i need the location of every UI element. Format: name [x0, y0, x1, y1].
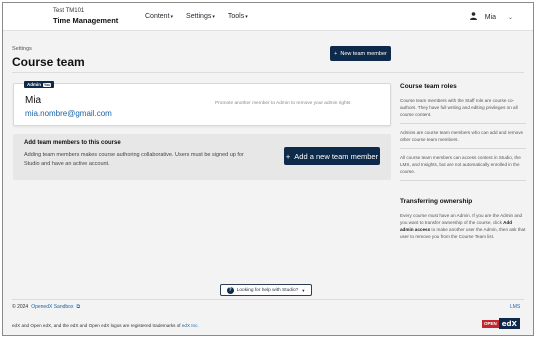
- new-team-member-label: New team member: [340, 50, 387, 57]
- roles-paragraph-staff: Course team members with the Staff role …: [400, 98, 518, 117]
- nav-tools-label: Tools: [227, 13, 245, 20]
- chevron-down-icon: ▾: [245, 13, 248, 20]
- nav-content-label: Content: [145, 13, 170, 20]
- nav-content[interactable]: Content ▾: [145, 13, 173, 20]
- logo-open-text: OPEN: [482, 319, 499, 328]
- logo-edx-text: edX: [498, 318, 520, 329]
- roles-heading: Course team roles: [400, 83, 457, 90]
- footer-divider: [12, 299, 524, 300]
- footer-copyright: © 2024 OpenedX Sandbox ⧉: [12, 304, 80, 310]
- user-icon: [469, 12, 477, 22]
- add-team-members-title: Add team members to this course: [24, 140, 121, 146]
- team-member-card: Admin You Mia mia.nombre@gmail.com Promo…: [13, 81, 391, 126]
- add-new-team-member-label: Add a new team member: [294, 151, 379, 161]
- admin-badge: Admin You: [24, 81, 55, 88]
- external-link-icon: ⧉: [76, 304, 81, 310]
- copyright-text: © 2024: [12, 304, 29, 310]
- divider: [400, 123, 526, 124]
- divider: [400, 180, 526, 181]
- add-team-members-description: Adding team members makes course authori…: [24, 152, 244, 167]
- roles-paragraph-access: All course team members can access conte…: [400, 155, 521, 174]
- add-new-team-member-button[interactable]: + Add a new team member: [284, 147, 380, 165]
- admin-hint-text: Promote another member to Admin to remov…: [215, 101, 351, 106]
- roles-paragraph-admin: Admins are course team members who can a…: [400, 130, 524, 142]
- trademark-notice: edX and Open edX, and the edX and Open e…: [12, 323, 199, 328]
- studio-help-button[interactable]: ? Looking for help with Studio? ▼: [220, 284, 312, 296]
- question-icon: ?: [226, 286, 234, 294]
- nav-settings[interactable]: Settings ▾: [186, 13, 215, 20]
- plus-icon: +: [285, 151, 291, 161]
- nav-settings-label: Settings: [186, 13, 212, 20]
- divider: [12, 72, 524, 73]
- lms-link[interactable]: LMS: [510, 304, 520, 310]
- open-edx-logo[interactable]: OPEN edX: [482, 318, 520, 329]
- page-title: Course team: [12, 55, 85, 69]
- trademark-text: edX and Open edX, and the edX and Open e…: [12, 323, 182, 328]
- member-email-link[interactable]: mia.nombre@gmail.com: [25, 109, 112, 118]
- username: Mia: [484, 13, 496, 21]
- course-org-number: Test TM101: [53, 8, 85, 14]
- new-team-member-button[interactable]: + New team member: [330, 46, 391, 61]
- sandbox-link[interactable]: OpenedX Sandbox: [31, 304, 73, 310]
- divider: [400, 148, 526, 149]
- chevron-down-icon: ▾: [212, 13, 215, 20]
- nav-tools[interactable]: Tools ▾: [228, 13, 248, 20]
- transfer-paragraph: Every course must have an Admin. If you …: [400, 212, 526, 240]
- user-menu[interactable]: Mia ⌄: [469, 12, 513, 22]
- member-name: Mia: [25, 95, 42, 106]
- add-team-members-panel: Add team members to this course Adding t…: [13, 134, 391, 180]
- app-window: Test TM101 Time Management Content ▾ Sett…: [2, 2, 534, 336]
- top-header: Test TM101 Time Management Content ▾ Sett…: [3, 3, 533, 31]
- chevron-down-icon: ⌄: [507, 14, 513, 21]
- help-sidebar: Course team roles Course team members wi…: [400, 83, 526, 240]
- you-badge: You: [43, 82, 52, 87]
- transfer-heading: Transferring ownership: [400, 198, 473, 205]
- admin-badge-label: Admin: [27, 82, 41, 87]
- course-title[interactable]: Time Management: [53, 16, 118, 25]
- main-nav: Content ▾ Settings ▾ Tools ▾: [145, 13, 248, 20]
- chevron-down-icon: ▼: [301, 287, 306, 293]
- breadcrumb: Settings: [12, 46, 32, 52]
- chevron-down-icon: ▾: [170, 13, 174, 20]
- plus-icon: +: [334, 50, 338, 57]
- edx-inc-link[interactable]: edX Inc.: [182, 323, 199, 328]
- studio-help-label: Looking for help with Studio?: [236, 287, 299, 293]
